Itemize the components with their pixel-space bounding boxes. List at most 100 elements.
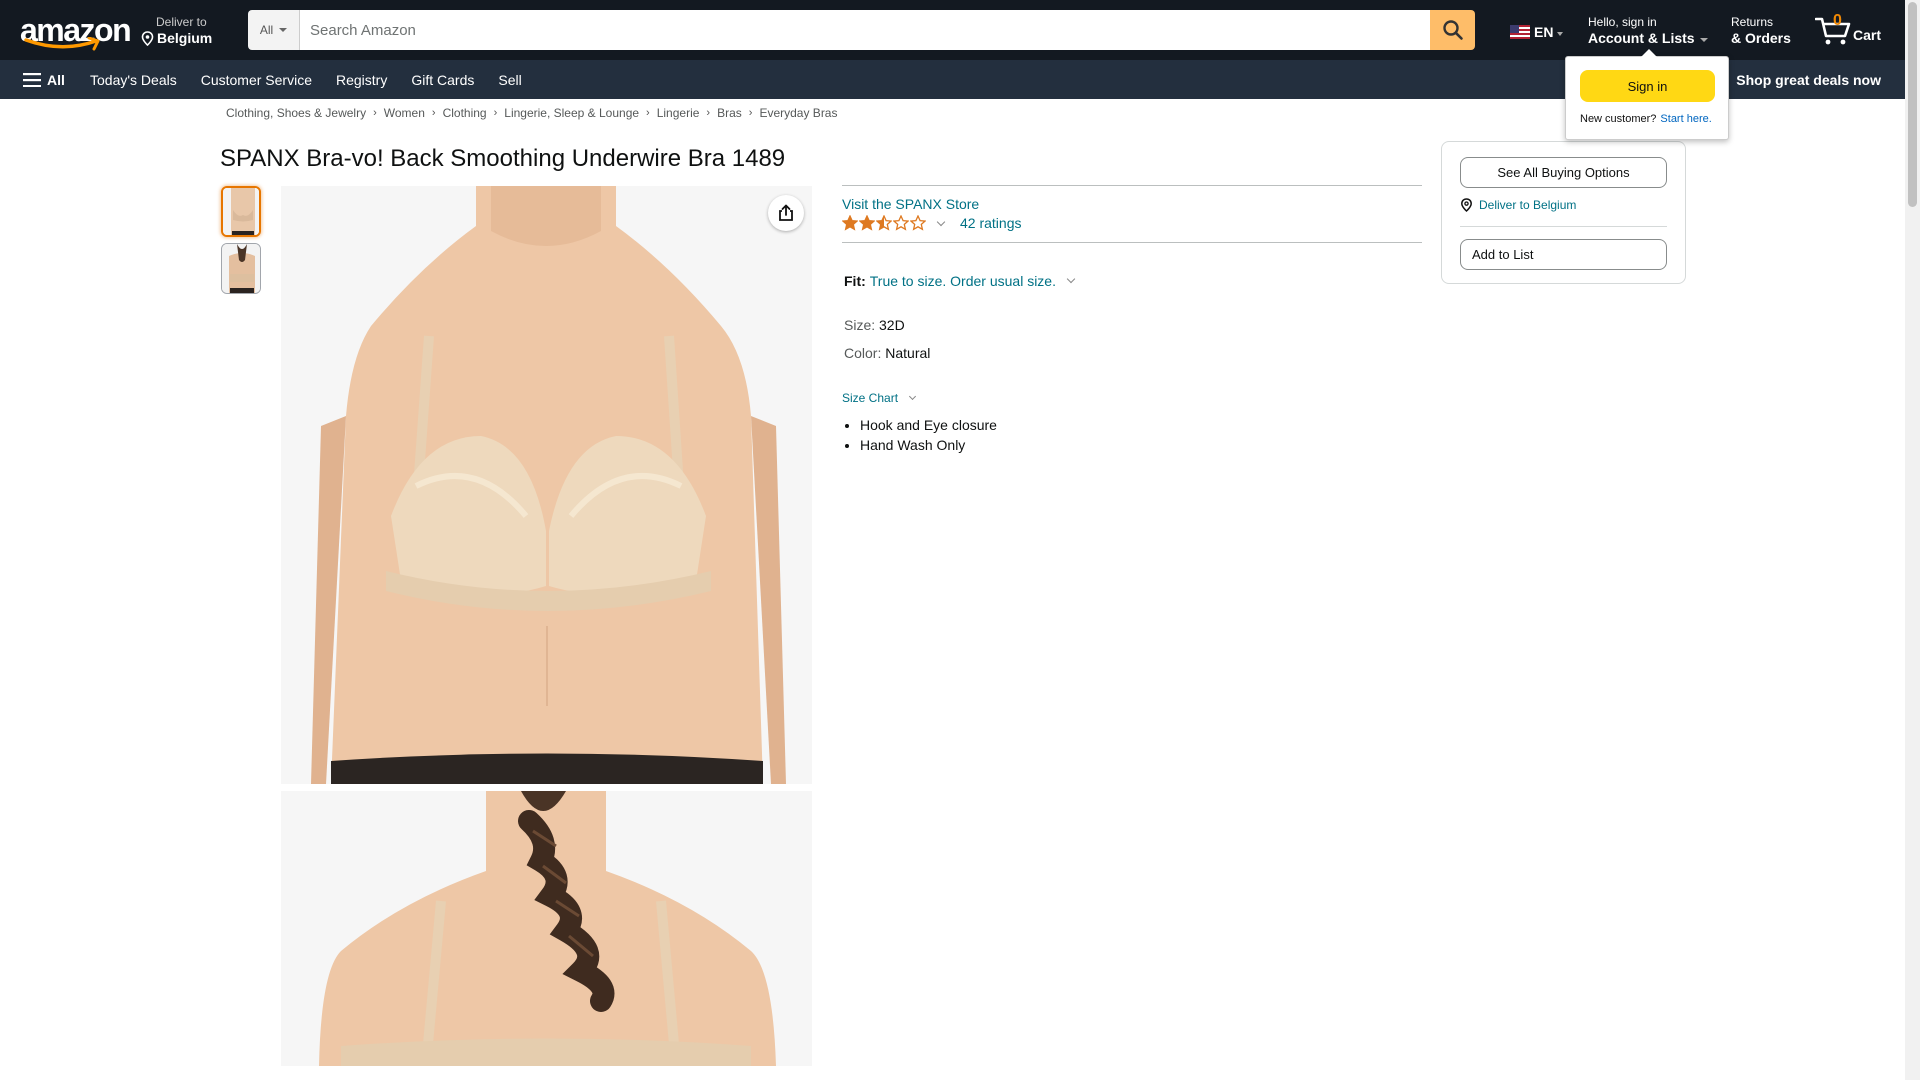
amazon-logo[interactable]: amazon [20,12,132,52]
chevron-down-icon [1066,274,1076,284]
chevron-down-icon [908,392,917,401]
star-icon [876,215,892,231]
returns-orders[interactable]: Returns & Orders [1731,15,1791,47]
nav-link-todays-deals[interactable]: Today's Deals [78,72,189,88]
breadcrumb-item[interactable]: Women [384,106,425,120]
nav-link-customer-service[interactable]: Customer Service [189,72,324,88]
star-icon [842,215,858,231]
deliver-to-link[interactable]: Deliver to Belgium [1460,198,1576,212]
language-selector[interactable]: EN [1510,24,1564,40]
page-scrollbar[interactable] [1905,0,1920,1080]
thumbnail-front[interactable] [221,186,261,237]
star-icon [893,215,909,231]
hamburger-menu-icon [23,72,41,87]
product-thumbnail-image [223,188,259,235]
product-title: SPANX Bra-vo! Back Smoothing Underwire B… [220,145,786,172]
nav-link-sell[interactable]: Sell [486,72,533,88]
color-value: Natural [885,345,931,361]
secondary-product-image[interactable] [281,791,812,1066]
new-customer-label: New customer? [1580,113,1657,125]
breadcrumb-item[interactable]: Bras [717,106,742,120]
scrollbar-thumb[interactable] [1908,2,1917,207]
breadcrumb-item[interactable]: Lingerie [657,106,700,120]
divider [842,185,1422,186]
search-input[interactable] [300,10,1430,50]
us-flag-icon [1510,25,1530,39]
chevron-right-icon: › [748,107,753,119]
star-rating[interactable] [842,215,926,231]
sign-in-button[interactable]: Sign in [1580,70,1715,102]
account-menu[interactable]: Hello, sign in Account & Lists [1588,15,1708,47]
chevron-right-icon: › [646,107,650,119]
size-chart-label: Size Chart [842,391,899,405]
deliver-to[interactable]: Deliver to Belgium [141,15,212,47]
search-bar: All [248,10,1475,50]
list-item: Hook and Eye closure [860,415,997,435]
ratings-count-link[interactable]: 42 ratings [960,215,1021,231]
nav-link-gift-cards[interactable]: Gift Cards [399,72,486,88]
add-to-list-button[interactable]: Add to List [1460,239,1667,270]
share-icon [779,204,793,221]
size-chart-link[interactable]: Size Chart [842,391,917,405]
breadcrumb-item[interactable]: Clothing [443,106,487,120]
size-value: 32D [879,317,905,333]
search-department-label: All [259,23,274,37]
chevron-right-icon: › [431,107,436,119]
smile-arrow-icon [24,37,100,51]
thumbnail-back[interactable] [221,243,261,294]
chevron-right-icon: › [373,107,377,119]
orders-label: & Orders [1731,30,1791,46]
all-menu-label: All [47,71,65,88]
caret-down-icon [1699,37,1708,42]
chevron-down-icon [936,217,946,226]
see-all-buying-options-button[interactable]: See All Buying Options [1460,157,1667,188]
fit-value-link[interactable]: True to size. Order usual size. [870,273,1056,289]
location-pin-icon [141,30,154,46]
returns-label: Returns [1731,15,1774,29]
account-lists-label: Account & Lists [1588,30,1695,46]
search-button[interactable] [1430,10,1475,50]
breadcrumb-item[interactable]: Lingerie, Sleep & Lounge [504,106,639,120]
language-code: EN [1534,24,1554,40]
rating-summary[interactable]: 42 ratings [842,215,1021,231]
size-label: Size: [844,317,876,333]
nav-link-registry[interactable]: Registry [324,72,399,88]
new-customer-text: New customer? Start here. [1580,113,1712,125]
account-greeting: Hello, sign in [1588,15,1657,29]
color-label: Color: [844,345,882,361]
product-thumbnail-image [222,244,260,293]
location-pin-icon [1461,198,1472,212]
deliver-to-label: Deliver to [156,15,207,29]
cart-label: Cart [1853,27,1882,43]
cart-button[interactable]: 0 Cart [1815,12,1887,48]
main-product-image[interactable] [281,186,812,784]
caret-down-icon [279,28,288,32]
star-icon [859,215,875,231]
share-button[interactable] [768,195,804,231]
shop-deals-promo[interactable]: Shop great deals now [1736,60,1881,99]
top-nav: amazon Deliver to Belgium All Search Ama… [0,0,1905,60]
list-item: Hand Wash Only [860,435,997,455]
breadcrumb-item[interactable]: Everyday Bras [759,106,837,120]
start-here-link[interactable]: Start here. [1660,113,1711,125]
sign-in-flyout: Sign in New customer? Start here. [1565,49,1729,140]
feature-bullets: Hook and Eye closure Hand Wash Only [860,415,997,455]
deliver-country: Belgium [157,30,213,46]
deliver-to-label: Deliver to Belgium [1479,198,1577,212]
all-menu-button[interactable]: All [23,60,65,99]
color-attribute: Color: Natural [844,345,930,361]
cart-count: 0 [1833,12,1842,29]
product-image-front [281,186,812,784]
star-icon [910,215,926,231]
product-image-back [281,791,812,1066]
fit-label: Fit: [844,273,866,289]
store-link[interactable]: Visit the SPANX Store [842,196,979,212]
fit-info[interactable]: Fit: True to size. Order usual size. [844,273,1076,289]
search-department-select[interactable]: All [248,10,300,50]
divider [1460,226,1667,227]
size-attribute: Size: 32D [844,317,905,333]
divider [842,242,1422,243]
breadcrumb-item[interactable]: Clothing, Shoes & Jewelry [226,106,366,120]
chevron-right-icon: › [493,107,498,119]
breadcrumb: Clothing, Shoes & Jewelry › Women › Clothi… [226,106,837,120]
